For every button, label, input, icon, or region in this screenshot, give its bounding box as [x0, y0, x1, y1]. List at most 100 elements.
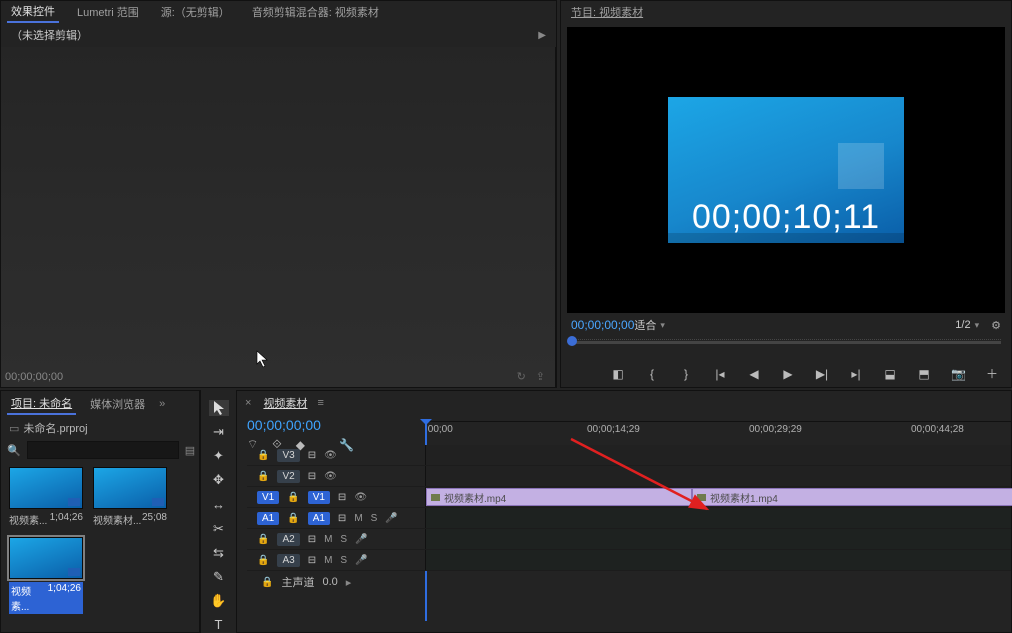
- eye-icon[interactable]: 👁: [354, 492, 367, 503]
- chevron-right-icon[interactable]: ▶: [538, 30, 546, 41]
- eye-icon[interactable]: 👁: [324, 450, 337, 461]
- lift-icon[interactable]: ⬓: [883, 367, 897, 381]
- extract-icon[interactable]: ⬒: [917, 367, 931, 381]
- item-duration: 25;08: [142, 512, 167, 527]
- brace-in-icon[interactable]: {: [645, 367, 659, 381]
- sync-lock-icon[interactable]: ⊟: [338, 513, 346, 524]
- project-item[interactable]: 视频素材...25;08: [93, 467, 167, 527]
- lock-icon[interactable]: 🔒: [257, 534, 269, 545]
- sync-lock-icon[interactable]: ⊟: [308, 471, 316, 482]
- export-icon[interactable]: ⇪: [536, 370, 545, 383]
- mute-button[interactable]: M: [324, 534, 332, 545]
- eye-icon[interactable]: 👁: [324, 471, 337, 482]
- item-name: 视频素材...: [93, 512, 141, 527]
- lock-icon[interactable]: 🔒: [257, 450, 269, 461]
- resolution-label: 1/2: [955, 319, 970, 331]
- tab-project[interactable]: 项目: 未命名: [7, 393, 76, 415]
- selection-tool[interactable]: [209, 400, 229, 416]
- program-tab[interactable]: 节目: 视频素材: [567, 2, 647, 22]
- item-name: 视频素...: [11, 583, 48, 613]
- mute-button[interactable]: M: [354, 513, 362, 524]
- step-fwd-icon[interactable]: ▶|: [815, 367, 829, 381]
- playhead-handle[interactable]: [567, 336, 577, 346]
- mute-button[interactable]: M: [324, 555, 332, 566]
- sequence-tab[interactable]: 视频素材: [259, 393, 311, 413]
- program-timecode[interactable]: 00;00;00;00: [571, 318, 634, 332]
- tab-lumetri-scopes[interactable]: Lumetri 范围: [73, 2, 143, 22]
- razor-tool[interactable]: ✂: [209, 520, 229, 536]
- track-select-tool[interactable]: ⇥: [209, 424, 229, 440]
- sync-lock-icon[interactable]: ⊟: [308, 555, 316, 566]
- solo-button[interactable]: S: [340, 555, 347, 566]
- track-v2[interactable]: 🔒 V2 ⊟ 👁: [247, 466, 1011, 487]
- resolution-select[interactable]: 1/2▾: [955, 319, 979, 331]
- go-to-out-icon[interactable]: ▸|: [849, 367, 863, 381]
- solo-button[interactable]: S: [340, 534, 347, 545]
- source-patch-v1[interactable]: V1: [257, 491, 279, 504]
- track-a1[interactable]: A1 🔒 A1 ⊟ M S 🎤: [247, 508, 1011, 529]
- play-icon[interactable]: ▶: [781, 367, 795, 381]
- voice-record-icon[interactable]: 🎤: [355, 555, 367, 566]
- close-seq-icon[interactable]: ×: [245, 397, 251, 409]
- lock-icon[interactable]: 🔒: [261, 577, 273, 588]
- loop-icon[interactable]: ↻: [517, 370, 526, 383]
- track-name[interactable]: A1: [308, 512, 330, 525]
- tab-effect-controls[interactable]: 效果控件: [7, 1, 59, 23]
- clip-2[interactable]: 视频素材1.mp4: [692, 488, 1012, 506]
- program-scrubber[interactable]: [571, 339, 1001, 357]
- track-name[interactable]: V3: [277, 449, 299, 462]
- pen-tool[interactable]: ✎: [209, 569, 229, 585]
- hand-tool[interactable]: ✋: [209, 593, 229, 609]
- voice-record-icon[interactable]: 🎤: [385, 513, 397, 524]
- list-view-icon[interactable]: ▤: [185, 444, 195, 457]
- step-back-icon[interactable]: ◀: [747, 367, 761, 381]
- tab-menu-icon[interactable]: ≡: [317, 397, 323, 409]
- type-tool[interactable]: T: [209, 617, 229, 633]
- brace-out-icon[interactable]: }: [679, 367, 693, 381]
- tab-media-browser[interactable]: 媒体浏览器: [86, 394, 149, 414]
- source-patch-a1[interactable]: A1: [257, 512, 279, 525]
- v1-lane[interactable]: 视频素材.mp4 视频素材1.mp4: [425, 487, 1011, 507]
- project-item[interactable]: 视频素...1;04;26: [9, 467, 83, 527]
- panel-overflow-icon[interactable]: [159, 398, 165, 410]
- lock-icon[interactable]: 🔒: [287, 492, 299, 503]
- track-name[interactable]: V1: [308, 491, 330, 504]
- time-ruler[interactable]: ;00;00 00;00;14;29 00;00;29;29 00;00;44;…: [425, 421, 1011, 441]
- ruler-tick: 00;00;14;29: [587, 424, 640, 435]
- track-v1[interactable]: V1 🔒 V1 ⊟ 👁 视频素材.mp4 视频素材1.mp4: [247, 487, 1011, 508]
- project-thumbs: 视频素...1;04;26 视频素材...25;08 视频素...1;04;26: [1, 461, 199, 620]
- sync-lock-icon[interactable]: ⊟: [308, 534, 316, 545]
- track-a3[interactable]: 🔒 A3 ⊟ M S 🎤: [247, 550, 1011, 571]
- track-v3[interactable]: 🔒 V3 ⊟ 👁: [247, 445, 1011, 466]
- ripple-edit-tool[interactable]: ✦: [209, 448, 229, 464]
- button-editor-icon[interactable]: ＋: [985, 365, 999, 382]
- export-frame-icon[interactable]: 📷: [951, 367, 965, 381]
- track-name[interactable]: A3: [277, 554, 299, 567]
- mark-in-icon[interactable]: ◧: [611, 367, 625, 381]
- sync-lock-icon[interactable]: ⊟: [338, 492, 346, 503]
- chevron-right-icon[interactable]: ▸: [346, 576, 352, 589]
- lock-icon[interactable]: 🔒: [257, 471, 269, 482]
- rolling-edit-tool[interactable]: ✥: [209, 472, 229, 488]
- sync-lock-icon[interactable]: ⊟: [308, 450, 316, 461]
- lock-icon[interactable]: 🔒: [257, 555, 269, 566]
- program-video-area[interactable]: 00;00;10;11: [567, 27, 1005, 313]
- tab-audio-clip-mixer[interactable]: 音频剪辑混合器: 视频素材: [248, 2, 383, 22]
- clip-1[interactable]: 视频素材.mp4: [426, 488, 692, 506]
- track-name[interactable]: A2: [277, 533, 299, 546]
- voice-record-icon[interactable]: 🎤: [355, 534, 367, 545]
- slip-tool[interactable]: ⇆: [209, 545, 229, 561]
- solo-button[interactable]: S: [371, 513, 378, 524]
- search-icon[interactable]: 🔍: [7, 444, 21, 457]
- track-a2[interactable]: 🔒 A2 ⊟ M S 🎤: [247, 529, 1011, 550]
- master-track[interactable]: 🔒 主声道 0.0 ▸: [247, 571, 1011, 593]
- lock-icon[interactable]: 🔒: [287, 513, 299, 524]
- rate-stretch-tool[interactable]: ↔: [209, 496, 229, 512]
- project-item[interactable]: 视频素...1;04;26: [9, 537, 83, 614]
- track-name[interactable]: V2: [277, 470, 299, 483]
- search-input[interactable]: [27, 441, 179, 459]
- tab-source-none[interactable]: 源:（无剪辑）: [157, 2, 234, 22]
- fit-select[interactable]: 适合▾: [634, 317, 665, 333]
- settings-icon[interactable]: ⚙: [991, 319, 1001, 332]
- go-to-in-icon[interactable]: |◂: [713, 367, 727, 381]
